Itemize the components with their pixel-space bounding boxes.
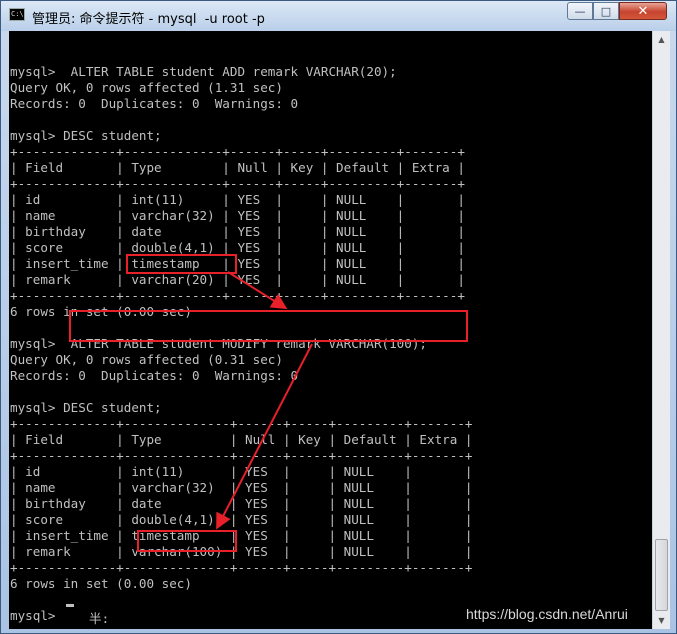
highlight-box-modify-command [69, 310, 468, 342]
arrow-to-varchar100 [216, 343, 313, 530]
watermark-text: https://blog.csdn.net/Anrui [466, 606, 628, 622]
annotation-overlay [69, 254, 468, 552]
highlight-box-varchar20 [126, 254, 237, 274]
highlight-box-varchar100 [137, 530, 237, 552]
arrow-to-modify [227, 271, 288, 310]
